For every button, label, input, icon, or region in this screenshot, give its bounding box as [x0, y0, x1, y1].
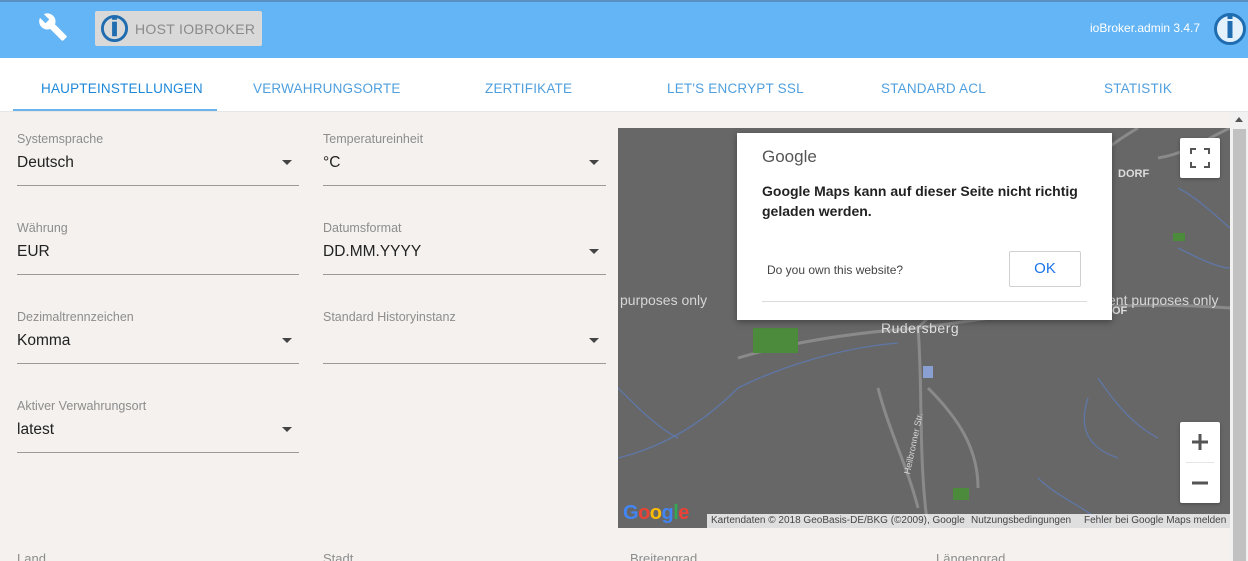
- field-value: DD.MM.YYYY: [323, 243, 422, 260]
- google-logo[interactable]: Google: [623, 502, 689, 525]
- dropdown-arrow-icon: [589, 160, 599, 165]
- attribution-text: Kartendaten © 2018 GeoBasis-DE/BKG (©200…: [711, 515, 965, 526]
- field-underline: [17, 452, 299, 453]
- plus-icon: [1192, 434, 1208, 450]
- stadt-label: Stadt: [323, 551, 354, 561]
- temperatureinheit-select[interactable]: Temperatureinheit °C: [323, 132, 606, 194]
- tab-standard-acl[interactable]: STANDARD ACL: [881, 81, 986, 96]
- top-app-bar: HOST IOBROKER ioBroker.admin 3.4.7: [0, 0, 1248, 58]
- map-dev-watermark: purposes only: [620, 292, 708, 308]
- field-underline: [323, 363, 606, 364]
- field-label: Temperatureinheit: [323, 132, 424, 146]
- field-label: Systemsprache: [17, 132, 104, 146]
- scrollbar-thumb[interactable]: [1233, 129, 1246, 561]
- tab-lets-encrypt[interactable]: LET'S ENCRYPT SSL: [667, 81, 804, 96]
- scrollbar[interactable]: [1231, 112, 1248, 561]
- settings-tabs: HAUPTEINSTELLUNGEN VERWAHRUNGSORTE ZERTI…: [0, 58, 1248, 112]
- dropdown-arrow-icon: [282, 427, 292, 432]
- field-underline: [17, 363, 299, 364]
- dropdown-arrow-icon: [282, 338, 292, 343]
- datumsformat-select[interactable]: Datumsformat DD.MM.YYYY: [323, 221, 606, 283]
- field-underline: [17, 185, 299, 186]
- version-label: ioBroker.admin 3.4.7: [1090, 21, 1201, 35]
- field-label: Standard Historyinstanz: [323, 310, 456, 324]
- fullscreen-icon: [1190, 148, 1210, 168]
- field-label: Aktiver Verwahrungsort: [17, 399, 147, 413]
- systemsprache-select[interactable]: Systemsprache Deutsch: [17, 132, 299, 194]
- scroll-up-arrow-icon[interactable]: [1235, 117, 1243, 122]
- tab-haupteinstellungen[interactable]: HAUPTEINSTELLUNGEN: [41, 81, 203, 96]
- field-value: Deutsch: [17, 154, 74, 171]
- fullscreen-button[interactable]: [1180, 138, 1220, 178]
- terms-link[interactable]: Nutzungsbedingungen: [971, 515, 1071, 526]
- field-label: Datumsformat: [323, 221, 402, 235]
- field-value: EUR: [17, 243, 50, 260]
- map-attribution: Kartendaten © 2018 GeoBasis-DE/BKG (©200…: [707, 514, 1230, 528]
- place-label: DORF: [1118, 168, 1150, 180]
- field-value: °C: [323, 154, 341, 171]
- land-label: Land: [17, 551, 46, 561]
- place-label: OF: [1112, 305, 1128, 317]
- iobroker-logo-icon: [100, 14, 129, 43]
- zoom-out-button[interactable]: [1180, 463, 1220, 503]
- tab-verwahrungsorte[interactable]: VERWAHRUNGSORTE: [253, 81, 401, 96]
- field-value: latest: [17, 421, 55, 438]
- field-underline: [323, 185, 606, 186]
- host-label: HOST IOBROKER: [135, 21, 256, 37]
- dropdown-arrow-icon: [282, 160, 292, 165]
- minus-icon: [1192, 481, 1208, 485]
- field-label: Dezimaltrennzeichen: [17, 310, 134, 324]
- laengengrad-label: Längengrad: [936, 551, 1006, 561]
- error-message: Google Maps kann auf dieser Seite nicht …: [762, 183, 1078, 219]
- active-tab-indicator: [13, 109, 217, 111]
- dropdown-arrow-icon: [589, 338, 599, 343]
- zoom-in-button[interactable]: [1180, 422, 1220, 462]
- dialog-divider: [762, 301, 1087, 302]
- ok-button[interactable]: OK: [1009, 251, 1081, 287]
- wrench-icon[interactable]: [38, 12, 68, 42]
- google-maps-error-dialog: Google Google Maps kann auf dieser Seite…: [737, 133, 1112, 320]
- report-error-link[interactable]: Fehler bei Google Maps melden: [1084, 515, 1226, 526]
- zoom-controls: [1180, 422, 1220, 503]
- dezimaltrennzeichen-select[interactable]: Dezimaltrennzeichen Komma: [17, 310, 299, 372]
- own-website-question: Do you own this website?: [767, 263, 904, 277]
- historyinstanz-select[interactable]: Standard Historyinstanz: [323, 310, 606, 372]
- tab-zertifikate[interactable]: ZERTIFIKATE: [485, 81, 572, 96]
- verwahrungsort-select[interactable]: Aktiver Verwahrungsort latest: [17, 399, 299, 461]
- host-button[interactable]: HOST IOBROKER: [95, 11, 262, 46]
- field-value: Komma: [17, 332, 71, 349]
- field-underline: [17, 274, 299, 275]
- tab-statistik[interactable]: STATISTIK: [1104, 81, 1172, 96]
- breitengrad-label: Breitengrad: [630, 551, 698, 561]
- town-label: Rudersberg: [881, 320, 960, 336]
- field-label: Währung: [17, 221, 68, 235]
- iobroker-logo-icon[interactable]: [1213, 12, 1247, 46]
- google-wordmark: Google: [762, 147, 817, 166]
- dropdown-arrow-icon: [589, 249, 599, 254]
- field-underline: [323, 274, 606, 275]
- waehrung-input[interactable]: Währung EUR: [17, 221, 299, 283]
